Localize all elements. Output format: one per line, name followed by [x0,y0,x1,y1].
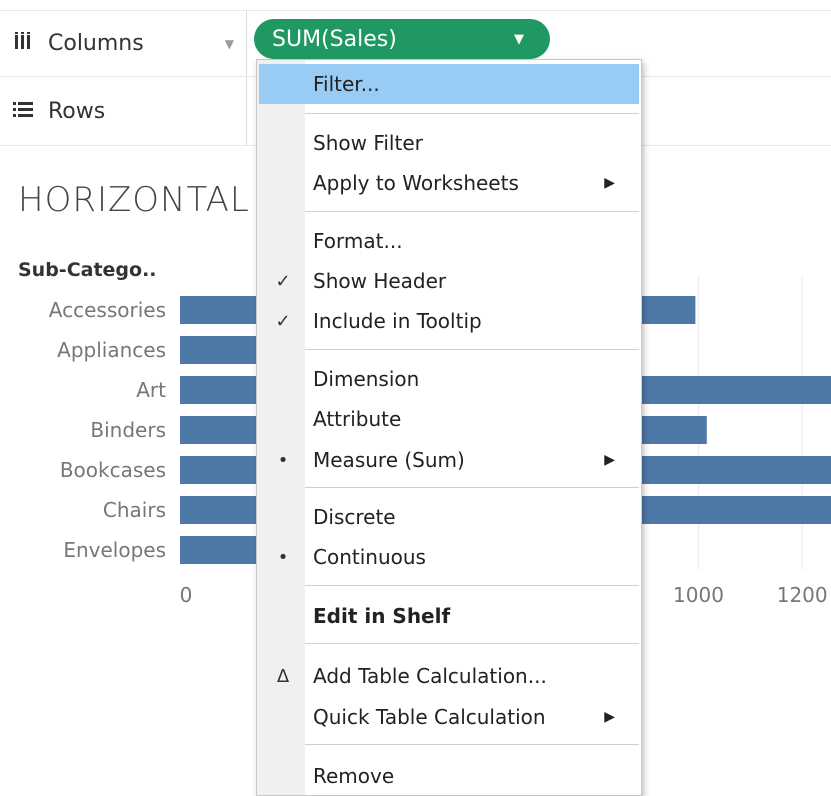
menu-item-label: Filter... [313,72,380,96]
menu-item-label: Format... [313,229,403,253]
pill-label: SUM(Sales) [272,26,397,52]
menu-separator [305,211,639,212]
menu-item-label: Show Filter [313,131,423,155]
chevron-down-icon[interactable]: ▼ [225,37,234,51]
menu-separator [305,744,639,745]
submenu-arrow-icon: ▶ [604,709,615,725]
bullet-icon: • [277,546,289,568]
category-label-5: Chairs [103,498,166,522]
submenu-arrow-icon: ▶ [604,452,615,468]
menu-item-attribute[interactable]: Attribute [259,399,639,439]
menu-item-filter[interactable]: Filter... [259,64,639,104]
menu-item-label: Include in Tooltip [313,309,482,333]
menu-item-label: Continuous [313,545,426,569]
menu-separator [305,643,639,644]
menu-item-format[interactable]: Format... [259,221,639,261]
menu-separator [305,349,639,350]
category-label-3: Binders [90,418,166,442]
sum-sales-pill[interactable]: SUM(Sales) ▼ [254,19,550,59]
pill-dropdown-icon[interactable]: ▼ [514,32,524,47]
menu-item-measure-sum[interactable]: • Measure (Sum) ▶ [259,440,639,480]
category-label-4: Bookcases [60,458,166,482]
menu-item-apply-to-worksheets[interactable]: Apply to Worksheets ▶ [259,163,639,203]
menu-item-label: Attribute [313,407,402,431]
x-tick-label-0: 0 [180,583,193,607]
menu-item-label: Add Table Calculation... [313,664,547,688]
menu-item-show-header[interactable]: ✓ Show Header [259,261,639,301]
category-label-1: Appliances [57,338,166,362]
menu-separator [305,585,639,586]
menu-item-quick-table-calculation[interactable]: Quick Table Calculation ▶ [259,697,639,737]
category-label-6: Envelopes [63,538,166,562]
y-axis-label: Sub-Catego.. [18,259,157,281]
submenu-arrow-icon: ▶ [604,175,615,191]
context-menu[interactable]: Filter... Show Filter Apply to Worksheets ▶… [256,59,642,796]
delta-icon: Δ [276,665,290,687]
category-label-0: Accessories [49,298,166,322]
rows-icon [10,99,36,124]
menu-separator [305,113,639,114]
rows-shelf-label-box: Rows [10,77,247,145]
sheet-title: HORIZONTAL [18,180,250,220]
menu-item-dimension[interactable]: Dimension [259,359,639,399]
menu-separator [305,487,639,488]
menu-item-include-in-tooltip[interactable]: ✓ Include in Tooltip [259,301,639,341]
category-label-2: Art [136,378,166,402]
menu-item-label: Quick Table Calculation [313,705,546,729]
menu-item-label: Edit in Shelf [313,604,451,628]
menu-item-show-filter[interactable]: Show Filter [259,123,639,163]
menu-item-continuous[interactable]: • Continuous [259,537,639,577]
menu-item-label: Dimension [313,367,420,391]
columns-icon [10,31,36,56]
checkmark-icon: ✓ [275,310,291,332]
columns-shelf-label: Columns [48,31,144,56]
menu-item-label: Discrete [313,505,396,529]
x-tick-label-2: 1200 [777,583,828,607]
columns-shelf-label-box: Columns ▼ [10,11,247,76]
checkmark-icon: ✓ [275,270,291,292]
x-tick-label-1: 1000 [673,583,724,607]
menu-item-label: Apply to Worksheets [313,171,519,195]
menu-item-remove[interactable]: Remove [259,756,639,796]
rows-shelf-label: Rows [48,98,106,124]
menu-item-label: Show Header [313,269,447,293]
menu-item-edit-in-shelf[interactable]: Edit in Shelf [259,596,639,636]
menu-item-add-table-calculation[interactable]: Δ Add Table Calculation... [259,656,639,696]
menu-item-label: Measure (Sum) [313,448,465,472]
bullet-icon: • [277,449,289,471]
menu-item-discrete[interactable]: Discrete [259,497,639,537]
menu-item-label: Remove [313,764,395,788]
